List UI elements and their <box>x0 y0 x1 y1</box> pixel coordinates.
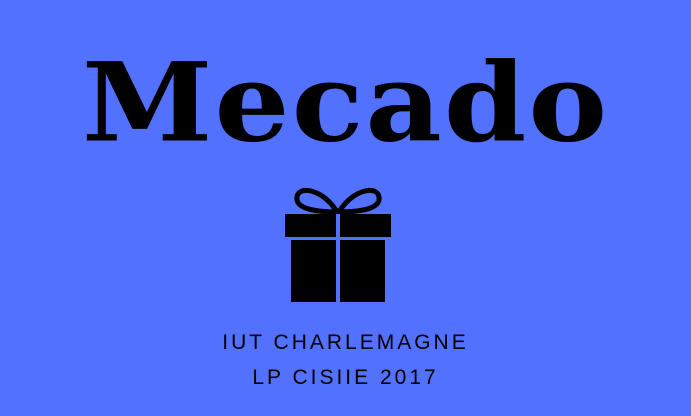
logo-title: Mecado <box>81 38 610 167</box>
gift-icon <box>283 182 393 304</box>
subtitle-school: IUT CHARLEMAGNE <box>222 331 469 354</box>
subtitle-program: LP CISIIE 2017 <box>252 366 439 389</box>
